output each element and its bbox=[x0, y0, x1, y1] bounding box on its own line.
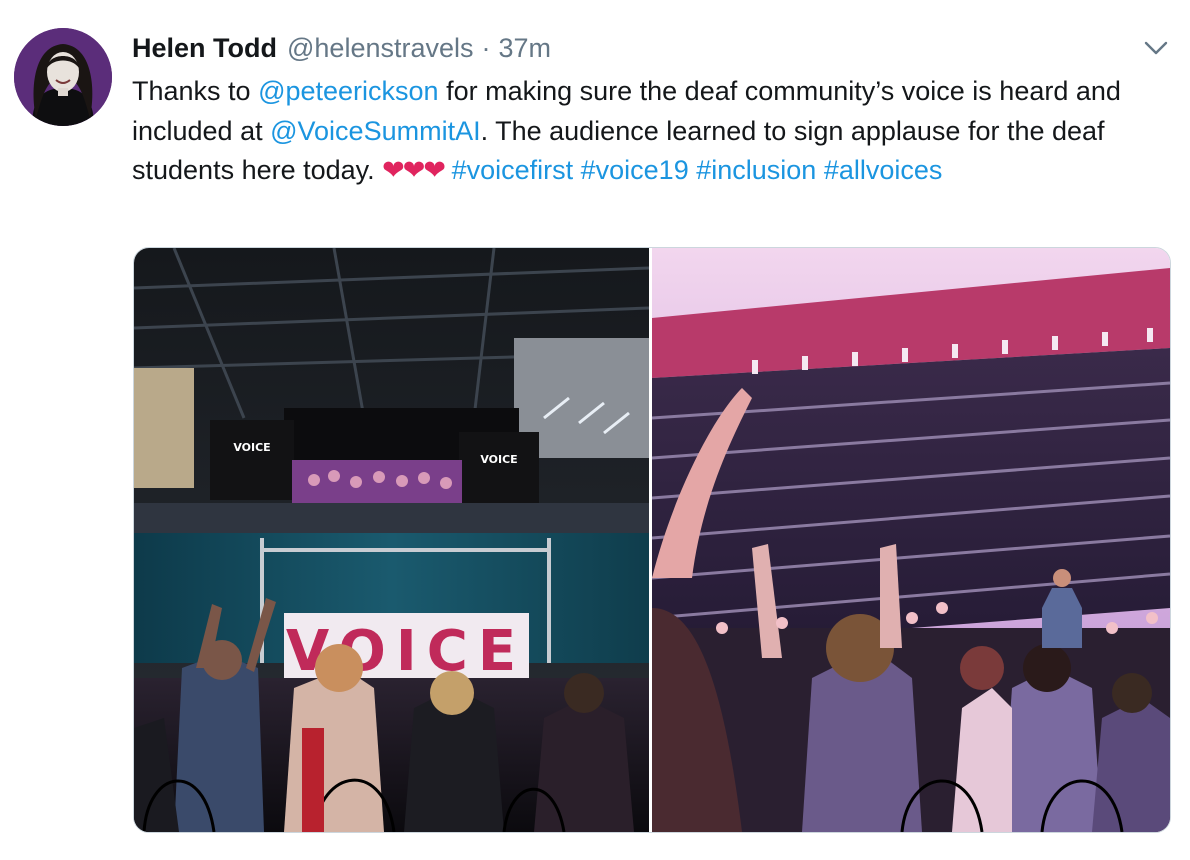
display-name[interactable]: Helen Todd bbox=[132, 30, 277, 66]
mention-link[interactable]: @VoiceSummitAI bbox=[270, 116, 480, 146]
chevron-down-icon[interactable] bbox=[1142, 34, 1170, 62]
hashtag-link[interactable]: #inclusion bbox=[696, 155, 816, 185]
tweet-text: Thanks to @peteerickson for making sure … bbox=[132, 72, 1177, 191]
avatar[interactable] bbox=[14, 28, 112, 126]
tweet-header: Helen Todd @helenstravels · 37m bbox=[132, 30, 551, 66]
screen-label-right: VOICE bbox=[480, 453, 517, 466]
hashtag-link[interactable]: #voicefirst bbox=[452, 155, 574, 185]
user-handle[interactable]: @helenstravels bbox=[287, 30, 474, 66]
hashtag-link[interactable]: #allvoices bbox=[824, 155, 943, 185]
mention-link[interactable]: @peteerickson bbox=[258, 76, 439, 106]
tweet: Helen Todd @helenstravels · 37m Thanks t… bbox=[0, 0, 1190, 860]
tweet-text-part: Thanks to bbox=[132, 76, 259, 106]
timestamp[interactable]: 37m bbox=[499, 30, 552, 66]
screen-label-left: VOICE bbox=[233, 441, 270, 454]
photo-conference-stage[interactable]: VOICE VOICE VOICE bbox=[134, 248, 649, 832]
heart-emoji-icons: ❤❤❤ bbox=[382, 155, 446, 185]
hashtag-link[interactable]: #voice19 bbox=[581, 155, 689, 185]
media-grid: VOICE VOICE VOICE bbox=[133, 247, 1171, 833]
separator-dot: · bbox=[481, 33, 491, 63]
photo-audience-applause[interactable] bbox=[652, 248, 1170, 832]
